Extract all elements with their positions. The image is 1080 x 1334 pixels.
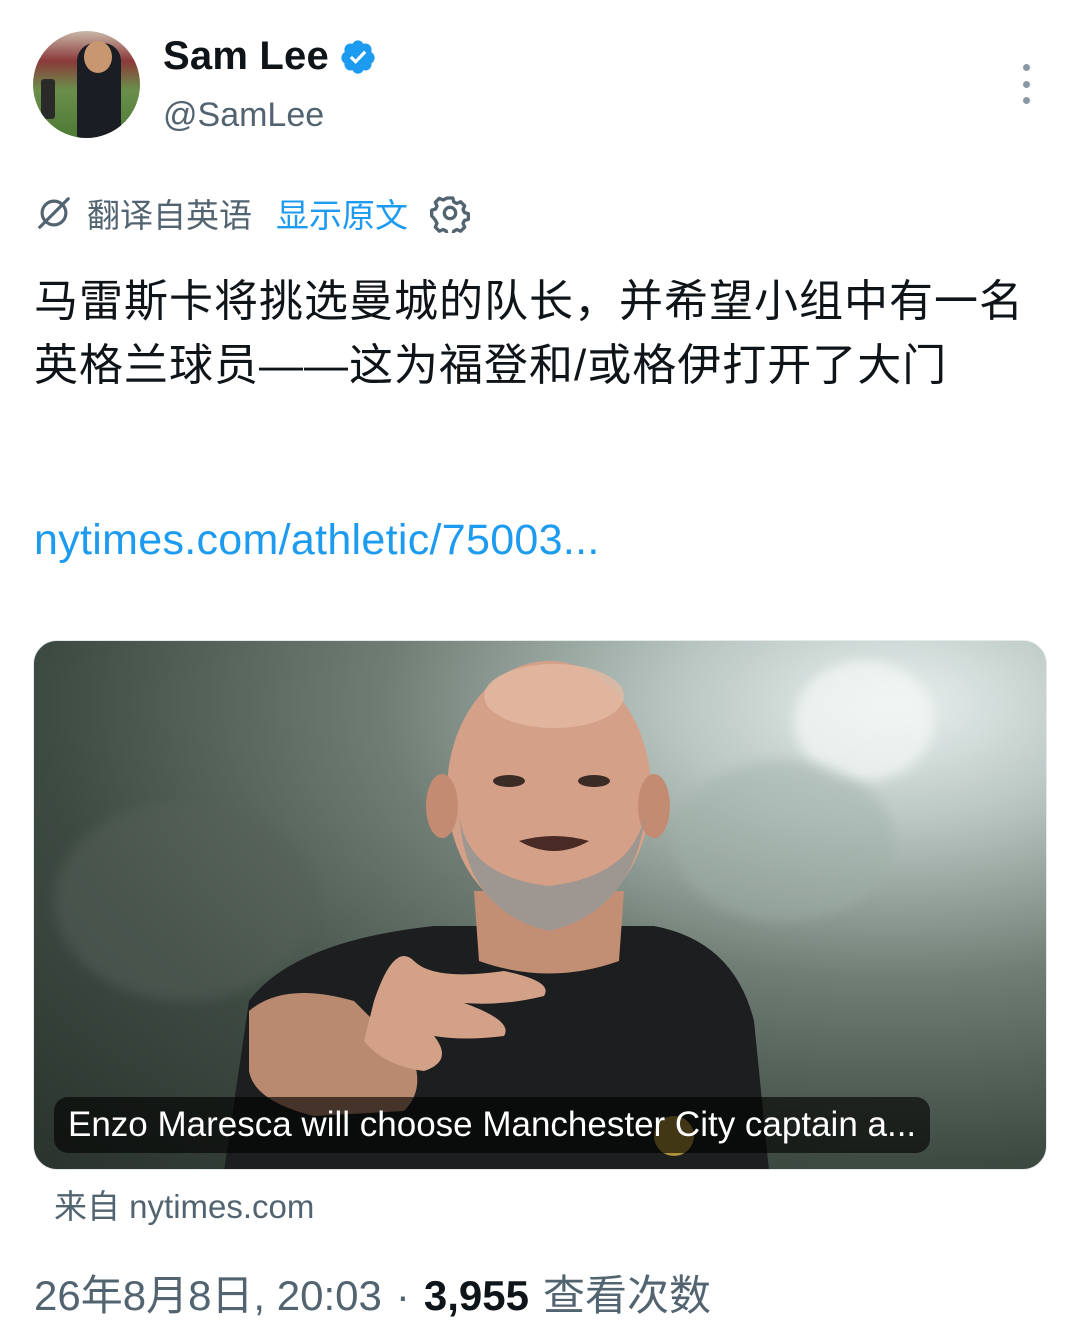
tweet-link[interactable]: nytimes.com/athletic/75003... <box>34 516 600 565</box>
card-source[interactable]: 来自 nytimes.com <box>54 1180 314 1228</box>
more-dot <box>1022 64 1030 71</box>
card-caption: Enzo Maresca will choose Manchester City… <box>54 1097 931 1153</box>
tweet-text: 马雷斯卡将挑选曼城的队长，并希望小组中有一名英格兰球员——这为福登和/或格伊打开… <box>34 277 1024 390</box>
tweet-timestamp[interactable]: 26年8月8日, 20:03 <box>34 1262 382 1323</box>
avatar-head <box>84 41 112 73</box>
display-name[interactable]: Sam Lee <box>163 34 329 79</box>
verified-badge-icon <box>341 39 375 74</box>
translation-row: 翻译自英语 显示原文 <box>35 190 470 236</box>
name-row: Sam Lee <box>163 34 377 79</box>
views-label: 查看次数 <box>542 1272 711 1319</box>
more-dot <box>1022 80 1030 88</box>
gear-icon[interactable] <box>430 193 470 233</box>
translated-from-label: 翻译自英语 <box>87 197 252 234</box>
card-image <box>224 661 769 1169</box>
tweet-meta: 26年8月8日, 20:03 · 3,955 查看次数 <box>34 1262 711 1323</box>
link-card[interactable]: Enzo Maresca will choose Manchester City… <box>33 640 1047 1170</box>
avatar-camera <box>41 79 55 119</box>
more-dot <box>1022 97 1030 104</box>
avatar[interactable] <box>33 31 140 138</box>
views-count: 3,955 <box>423 1272 529 1319</box>
meta-separator: · <box>395 1272 410 1319</box>
more-vertical-icon[interactable] <box>1008 64 1044 104</box>
user-handle[interactable]: @SamLee <box>163 96 324 135</box>
show-original-link[interactable]: 显示原文 <box>276 189 408 237</box>
translate-icon <box>38 197 70 229</box>
